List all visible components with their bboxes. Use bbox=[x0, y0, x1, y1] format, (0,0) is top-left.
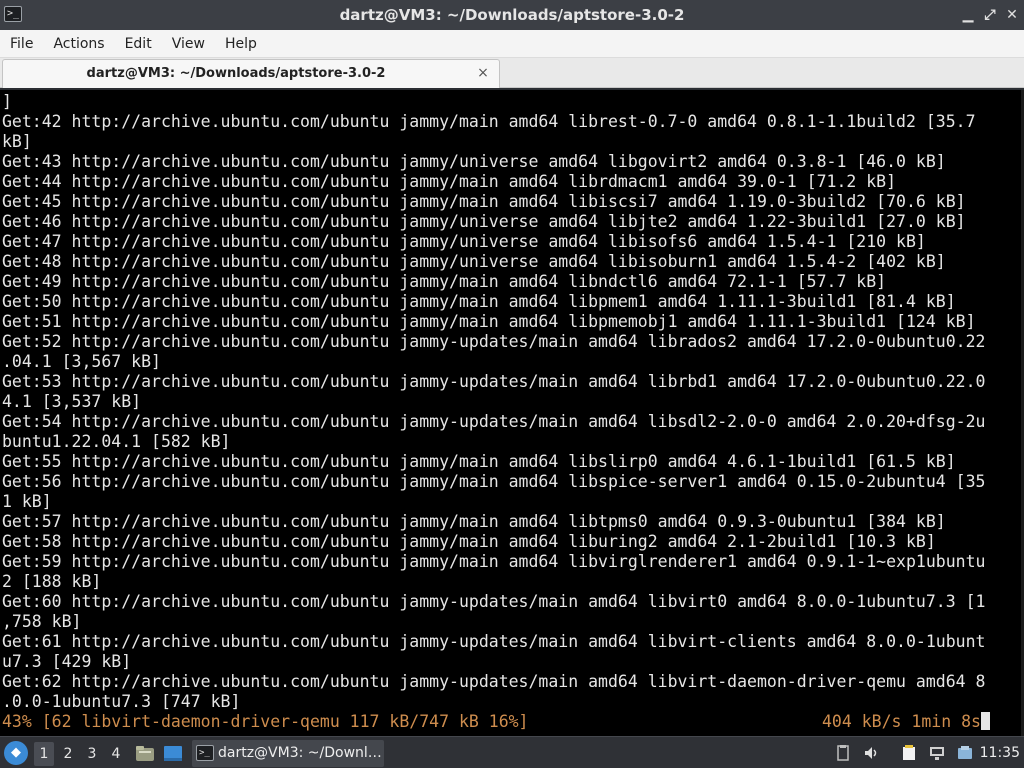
terminal-line: buntu1.22.04.1 [582 kB] bbox=[2, 432, 231, 451]
menu-bar: File Actions Edit View Help bbox=[0, 30, 1024, 58]
terminal-line: .0.0-1ubuntu7.3 [747 kB] bbox=[2, 692, 241, 711]
terminal-line: Get:51 http://archive.ubuntu.com/ubuntu … bbox=[2, 312, 976, 331]
terminal-line: Get:57 http://archive.ubuntu.com/ubuntu … bbox=[2, 512, 946, 531]
terminal-line: Get:54 http://archive.ubuntu.com/ubuntu … bbox=[2, 412, 986, 431]
workspace-2[interactable]: 2 bbox=[58, 742, 78, 766]
terminal-line: 1 kB] bbox=[2, 492, 52, 511]
clock: 11:35 bbox=[979, 745, 1020, 761]
progress-rate-text: 404 kB/s 1min 8s bbox=[822, 712, 981, 731]
workspace-3[interactable]: 3 bbox=[82, 742, 102, 766]
clipboard-icon[interactable] bbox=[834, 744, 852, 762]
task-label: dartz@VM3: ~/Downl… bbox=[218, 745, 382, 761]
minimize-icon[interactable]: ▁ bbox=[958, 5, 978, 25]
updates-icon[interactable] bbox=[956, 744, 974, 762]
progress-status: 43% [62 libvirt-daemon-driver-qemu 117 k… bbox=[2, 712, 529, 731]
start-menu-icon[interactable]: ◆ bbox=[4, 741, 28, 765]
show-desktop-icon[interactable] bbox=[162, 743, 184, 763]
progress-rate: 404 kB/s 1min 8s bbox=[822, 712, 990, 732]
tab-label: dartz@VM3: ~/Downloads/aptstore-3.0-2 bbox=[86, 66, 386, 81]
window-title: dartz@VM3: ~/Downloads/aptstore-3.0-2 bbox=[339, 6, 685, 24]
menu-edit[interactable]: Edit bbox=[115, 30, 162, 58]
terminal-line: Get:55 http://archive.ubuntu.com/ubuntu … bbox=[2, 452, 956, 471]
menu-actions[interactable]: Actions bbox=[43, 30, 114, 58]
terminal-cursor bbox=[980, 712, 990, 730]
maximize-icon[interactable]: ⤢ bbox=[980, 5, 1000, 25]
terminal-line: .04.1 [3,567 kB] bbox=[2, 352, 161, 371]
network-icon[interactable] bbox=[928, 744, 946, 762]
terminal-line: Get:53 http://archive.ubuntu.com/ubuntu … bbox=[2, 372, 986, 391]
terminal-line: Get:44 http://archive.ubuntu.com/ubuntu … bbox=[2, 172, 897, 191]
terminal-line: u7.3 [429 kB] bbox=[2, 652, 132, 671]
close-icon[interactable]: ✕ bbox=[1002, 5, 1022, 25]
menu-view[interactable]: View bbox=[162, 30, 215, 58]
workspace-4[interactable]: 4 bbox=[106, 742, 126, 766]
terminal-output[interactable]: ] Get:42 http://archive.ubuntu.com/ubuntu… bbox=[0, 90, 1024, 736]
terminal-line: Get:60 http://archive.ubuntu.com/ubuntu … bbox=[2, 592, 986, 611]
terminal-line: Get:59 http://archive.ubuntu.com/ubuntu … bbox=[2, 552, 986, 571]
window-titlebar[interactable]: >_ dartz@VM3: ~/Downloads/aptstore-3.0-2… bbox=[0, 0, 1024, 30]
workspace-1[interactable]: 1 bbox=[34, 742, 54, 766]
terminal-line: kB] bbox=[2, 132, 32, 151]
terminal-line: Get:49 http://archive.ubuntu.com/ubuntu … bbox=[2, 272, 887, 291]
terminal-line: ] bbox=[2, 92, 12, 111]
taskbar: ◆ 1 2 3 4 >_ dartz@VM3: ~/Downl… 11:35 bbox=[0, 736, 1024, 768]
terminal-line: Get:43 http://archive.ubuntu.com/ubuntu … bbox=[2, 152, 946, 171]
terminal-tab[interactable]: dartz@VM3: ~/Downloads/aptstore-3.0-2 × bbox=[2, 59, 500, 88]
terminal-line: Get:45 http://archive.ubuntu.com/ubuntu … bbox=[2, 192, 966, 211]
volume-icon[interactable] bbox=[862, 744, 880, 762]
terminal-line: Get:52 http://archive.ubuntu.com/ubuntu … bbox=[2, 332, 986, 351]
terminal-line: ,758 kB] bbox=[2, 612, 82, 631]
terminal-line: Get:46 http://archive.ubuntu.com/ubuntu … bbox=[2, 212, 966, 231]
terminal-lines: ] Get:42 http://archive.ubuntu.com/ubuntu… bbox=[2, 92, 997, 732]
terminal-line: 2 [188 kB] bbox=[2, 572, 102, 591]
terminal-line: Get:58 http://archive.ubuntu.com/ubuntu … bbox=[2, 532, 936, 551]
tab-bar: dartz@VM3: ~/Downloads/aptstore-3.0-2 × bbox=[0, 58, 1024, 88]
terminal-line: Get:42 http://archive.ubuntu.com/ubuntu … bbox=[2, 112, 976, 131]
apt-progress-line: 43% [62 libvirt-daemon-driver-qemu 117 k… bbox=[2, 712, 997, 732]
terminal-line: Get:48 http://archive.ubuntu.com/ubuntu … bbox=[2, 252, 946, 271]
terminal-line: Get:50 http://archive.ubuntu.com/ubuntu … bbox=[2, 292, 956, 311]
terminal-line: Get:62 http://archive.ubuntu.com/ubuntu … bbox=[2, 672, 986, 691]
menu-file[interactable]: File bbox=[0, 30, 43, 58]
terminal-line: Get:61 http://archive.ubuntu.com/ubuntu … bbox=[2, 632, 986, 651]
notes-icon[interactable] bbox=[900, 744, 918, 762]
terminal-task-icon: >_ bbox=[196, 745, 214, 761]
terminal-line: 4.1 [3,537 kB] bbox=[2, 392, 142, 411]
terminal-line: Get:56 http://archive.ubuntu.com/ubuntu … bbox=[2, 472, 986, 491]
menu-help[interactable]: Help bbox=[215, 30, 267, 58]
tab-close-icon[interactable]: × bbox=[475, 64, 491, 82]
terminal-line: Get:47 http://archive.ubuntu.com/ubuntu … bbox=[2, 232, 926, 251]
taskbar-terminal-task[interactable]: >_ dartz@VM3: ~/Downl… bbox=[192, 740, 384, 767]
file-manager-icon[interactable] bbox=[134, 743, 156, 763]
